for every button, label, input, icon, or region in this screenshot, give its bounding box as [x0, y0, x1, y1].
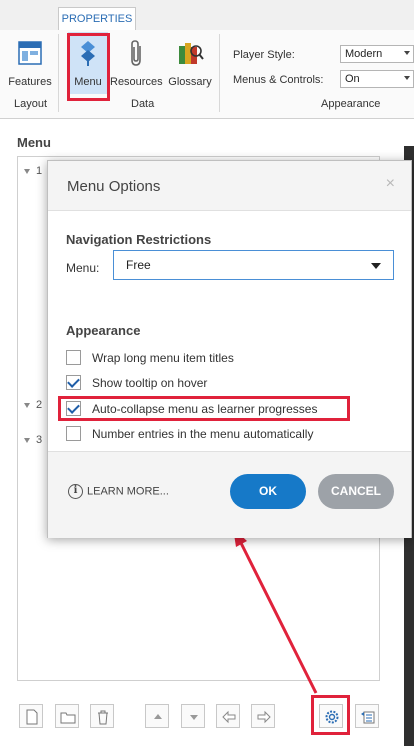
option-label: Number entries in the menu automatically	[92, 427, 314, 441]
menu-options-dialog: Menu Options × Navigation Restrictions M…	[47, 160, 412, 538]
highlight-auto-collapse-option	[58, 396, 350, 421]
ok-button[interactable]: OK	[230, 474, 306, 509]
dialog-title: Menu Options	[67, 178, 161, 195]
close-icon[interactable]: ×	[386, 175, 395, 193]
learn-more-link[interactable]: i LEARN MORE...	[68, 484, 169, 499]
checkbox-number-entries[interactable]	[66, 426, 81, 441]
menu-restriction-label: Menu:	[66, 261, 100, 275]
cancel-button[interactable]: CANCEL	[318, 474, 394, 509]
annotation-arrow-line	[239, 542, 318, 694]
checkbox-wrap-titles[interactable]	[66, 350, 81, 365]
navigation-restrictions-title: Navigation Restrictions	[66, 232, 212, 247]
menu-restriction-select[interactable]: Free	[113, 250, 394, 280]
dialog-footer: i LEARN MORE... OK CANCEL	[48, 451, 411, 538]
checkbox-show-tooltip[interactable]	[66, 375, 81, 390]
learn-more-label: LEARN MORE...	[87, 485, 169, 498]
check-icon	[67, 375, 80, 388]
appearance-title: Appearance	[66, 323, 141, 338]
option-label: Wrap long menu item titles	[92, 351, 234, 365]
info-icon: i	[68, 484, 83, 499]
chevron-down-icon	[371, 263, 381, 269]
menu-restriction-value: Free	[126, 258, 151, 272]
dialog-header: Menu Options ×	[48, 161, 411, 211]
option-label: Show tooltip on hover	[92, 376, 208, 390]
